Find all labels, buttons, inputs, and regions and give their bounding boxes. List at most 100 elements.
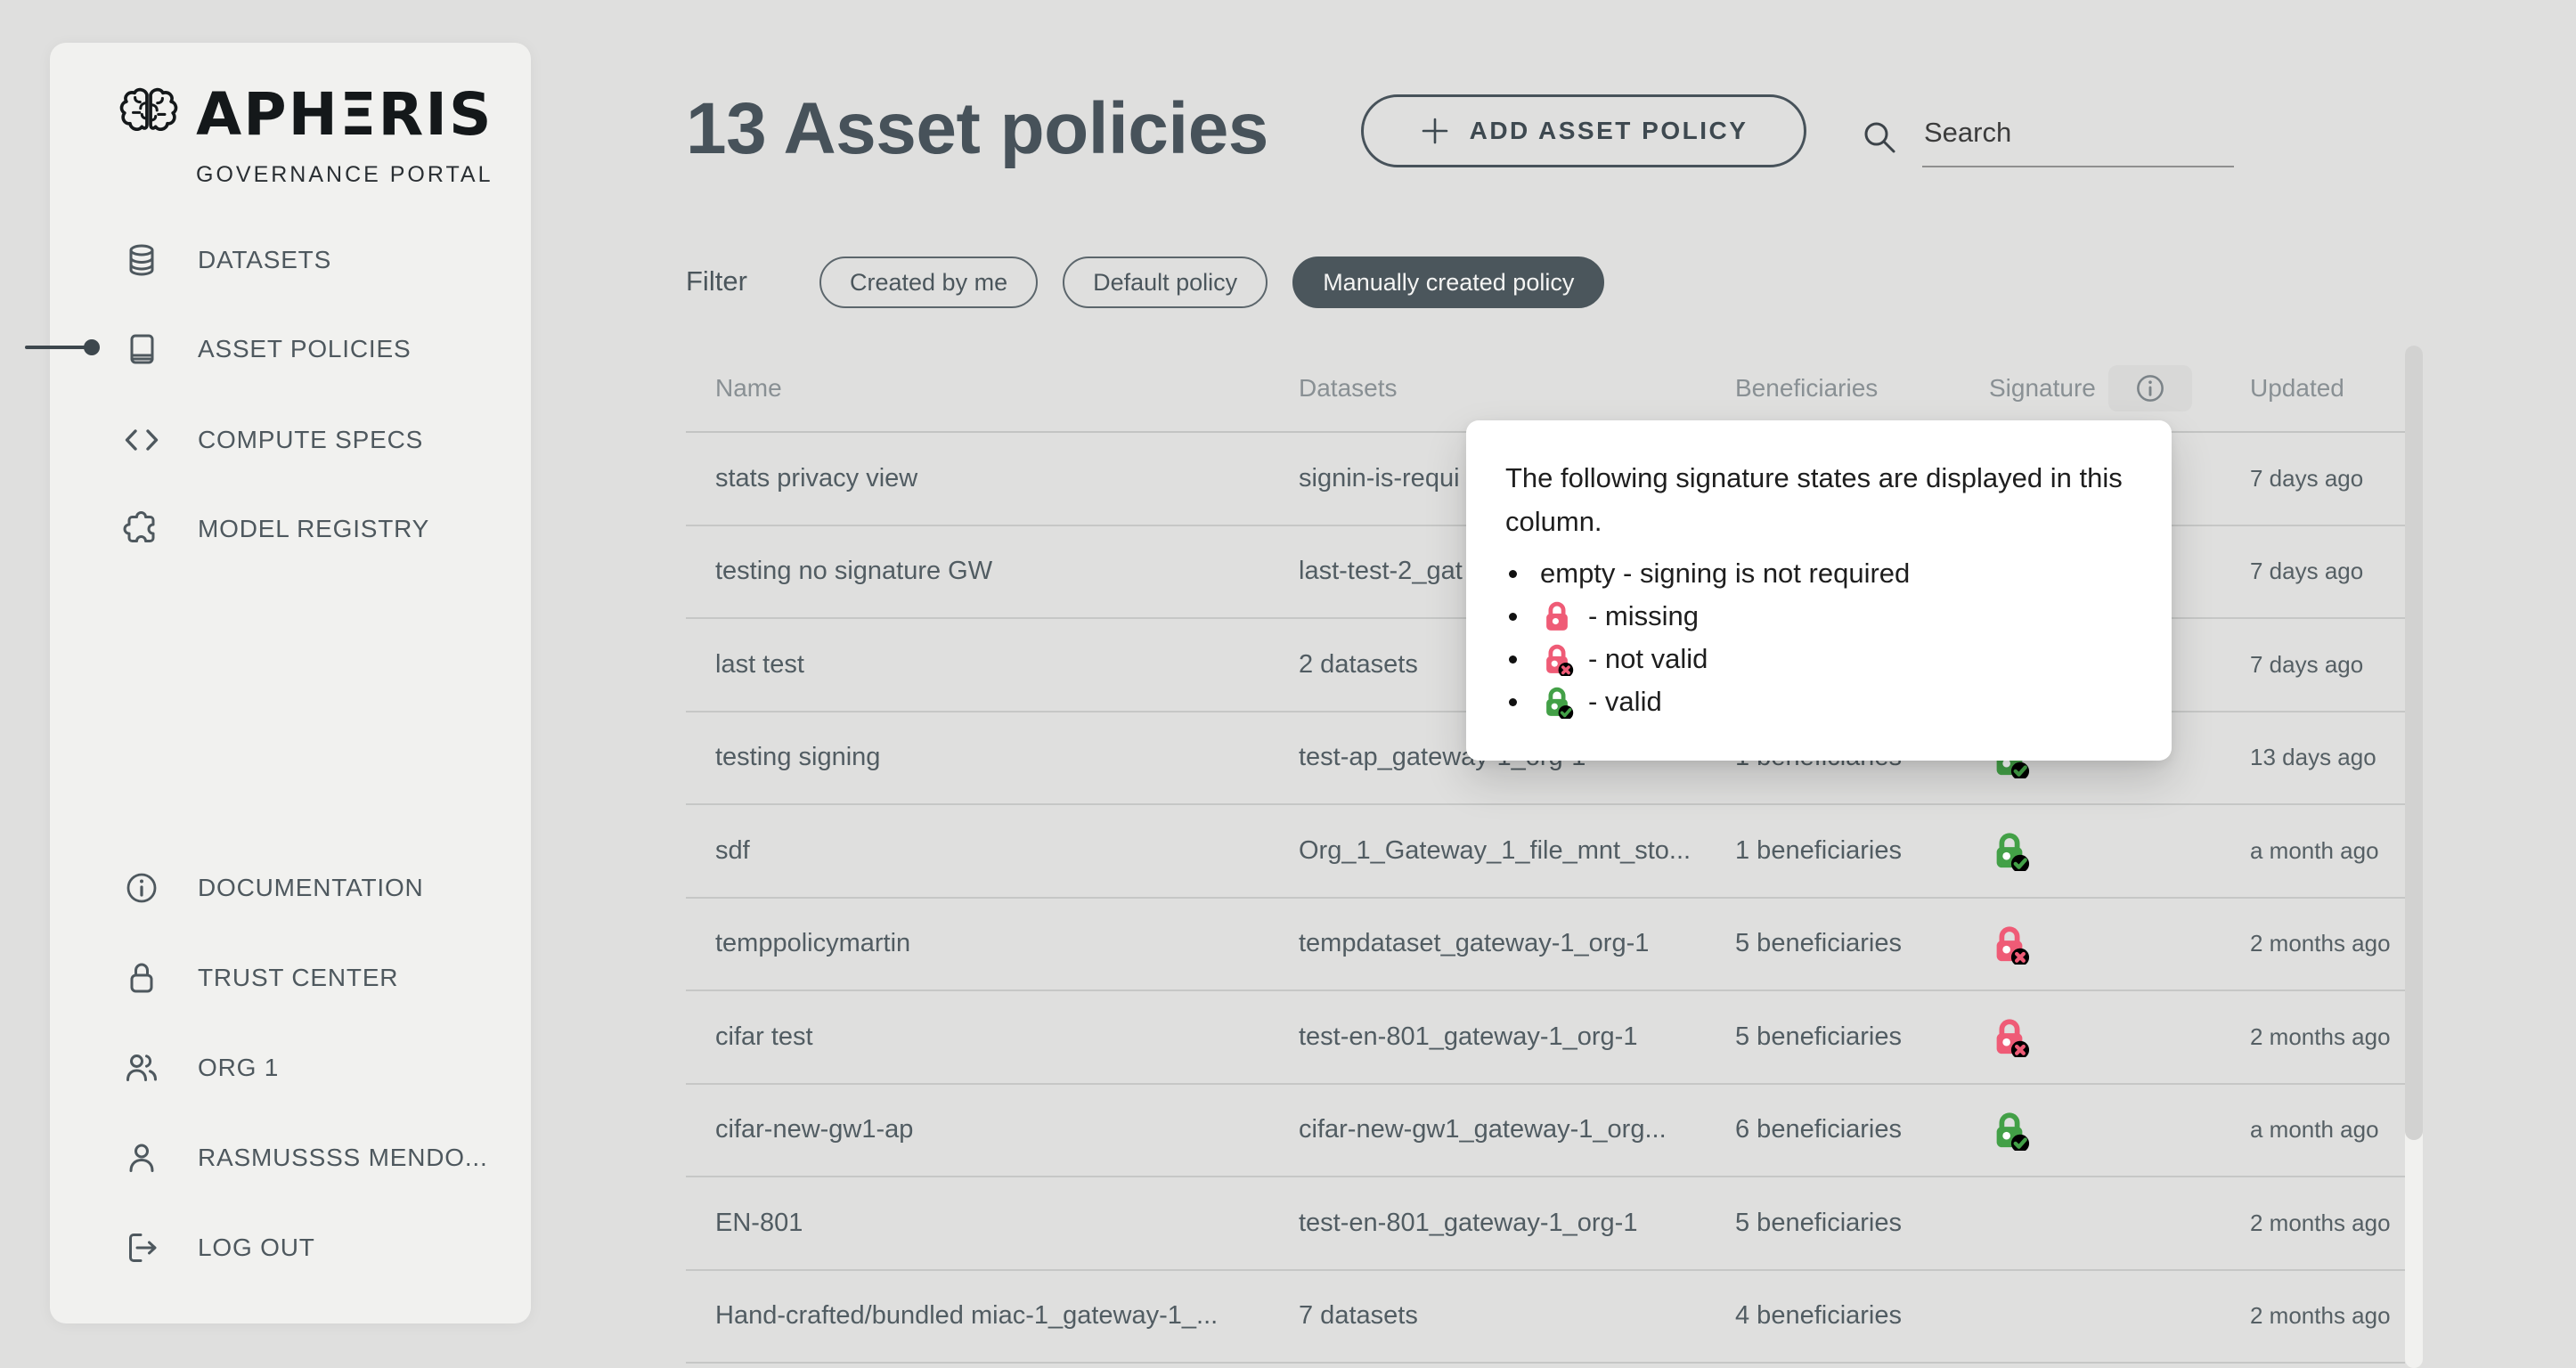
cell-name: last test [686, 650, 1299, 680]
sidebar-item-label: DATASETS [198, 246, 331, 274]
sidebar-item-label: ASSET POLICIES [198, 335, 411, 363]
sidebar-item-org[interactable]: ORG 1 [121, 1039, 279, 1096]
cell-beneficiaries: 6 beneficiaries [1735, 1115, 1989, 1144]
search-input[interactable] [1922, 112, 2234, 167]
lock-not-valid-icon [1540, 642, 1574, 676]
page-title: 13 Asset policies [686, 87, 1268, 171]
cell-name: cifar test [686, 1022, 1299, 1052]
database-icon [121, 240, 162, 281]
sidebar-item-user-profile[interactable]: RASMUSSSS MENDO... [121, 1129, 488, 1186]
bullet-icon [1509, 570, 1517, 578]
add-button-label: ADD ASSET POLICY [1470, 117, 1749, 145]
cell-name: sdf [686, 836, 1299, 866]
sidebar-item-model-registry[interactable]: MODEL REGISTRY [121, 501, 429, 558]
cell-updated: 13 days ago [2250, 744, 2405, 771]
sidebar-item-label: LOG OUT [198, 1234, 315, 1262]
brain-logo-icon [114, 82, 183, 151]
tooltip-item-text: - missing [1588, 600, 1699, 632]
signature-info-button[interactable] [2108, 365, 2192, 411]
sidebar-item-asset-policies[interactable]: ASSET POLICIES [121, 321, 411, 378]
cell-beneficiaries: 5 beneficiaries [1735, 929, 1989, 958]
tooltip-item-text: - not valid [1588, 643, 1708, 675]
bullet-icon [1509, 613, 1517, 621]
sidebar-item-datasets[interactable]: DATASETS [121, 232, 331, 289]
code-icon [121, 419, 162, 460]
cell-datasets: cifar-new-gw1_gateway-1_org... [1299, 1115, 1735, 1144]
table-scrollbar-track[interactable] [2405, 346, 2423, 1368]
info-icon [2132, 370, 2168, 406]
column-header-updated: Updated [2250, 374, 2405, 403]
cell-updated: 7 days ago [2250, 651, 2405, 679]
cell-beneficiaries: 5 beneficiaries [1735, 1209, 1989, 1238]
signature-header-label: Signature [1989, 374, 2096, 403]
table-row[interactable]: Hand-crafted/bundled miac-1_gateway-1_..… [686, 1271, 2405, 1364]
bullet-icon [1509, 656, 1517, 664]
tooltip-item-not-valid: - not valid [1505, 638, 2132, 680]
cell-beneficiaries: 5 beneficiaries [1735, 1022, 1989, 1052]
sidebar-item-label: TRUST CENTER [198, 964, 398, 992]
cell-updated: 7 days ago [2250, 558, 2405, 585]
table-row[interactable]: cifar test test-en-801_gateway-1_org-1 5… [686, 991, 2405, 1085]
signature-states-tooltip: The following signature states are displ… [1466, 420, 2172, 761]
active-nav-indicator-dot [84, 339, 100, 355]
sidebar-item-trust-center[interactable]: TRUST CENTER [121, 949, 398, 1006]
sidebar-item-label: DOCUMENTATION [198, 874, 424, 902]
cell-updated: 2 months ago [2250, 1023, 2405, 1051]
add-asset-policy-button[interactable]: ADD ASSET POLICY [1361, 94, 1806, 167]
cell-updated: a month ago [2250, 1116, 2405, 1144]
cell-datasets: test-en-801_gateway-1_org-1 [1299, 1022, 1735, 1052]
column-header-datasets: Datasets [1299, 374, 1735, 403]
signature-not-valid-icon [1989, 1016, 2030, 1057]
plus-icon [1420, 116, 1450, 146]
cell-name: testing no signature GW [686, 557, 1299, 586]
info-icon [121, 867, 162, 908]
sidebar-item-label: ORG 1 [198, 1054, 279, 1082]
sidebar-item-documentation[interactable]: DOCUMENTATION [121, 859, 424, 916]
cell-updated: 7 days ago [2250, 465, 2405, 493]
cell-signature [1989, 924, 2250, 965]
cell-name: stats privacy view [686, 464, 1299, 493]
cell-name: Hand-crafted/bundled miac-1_gateway-1_..… [686, 1301, 1299, 1331]
cell-datasets: Org_1_Gateway_1_file_mnt_sto... [1299, 836, 1735, 866]
chip-created-by-me[interactable]: Created by me [819, 256, 1038, 308]
cell-updated: a month ago [2250, 837, 2405, 865]
chip-manually-created-policy[interactable]: Manually created policy [1292, 256, 1604, 308]
cell-datasets: test-en-801_gateway-1_org-1 [1299, 1209, 1735, 1238]
sidebar-item-label: COMPUTE SPECS [198, 426, 423, 454]
signature-not-valid-icon [1989, 924, 2030, 965]
cell-beneficiaries: 1 beneficiaries [1735, 836, 1989, 866]
table-row[interactable]: EN-801 test-en-801_gateway-1_org-1 5 ben… [686, 1177, 2405, 1271]
tooltip-item-valid: - valid [1505, 680, 2132, 723]
sidebar-item-label: RASMUSSSS MENDO... [198, 1144, 488, 1172]
table-scrollbar-thumb[interactable] [2405, 346, 2423, 1140]
table-row[interactable]: temppolicymartin tempdataset_gateway-1_o… [686, 899, 2405, 992]
cell-name: testing signing [686, 743, 1299, 772]
tooltip-item-text: empty - signing is not required [1540, 558, 1910, 590]
cell-datasets: tempdataset_gateway-1_org-1 [1299, 929, 1735, 958]
sidebar-item-log-out[interactable]: LOG OUT [121, 1219, 315, 1276]
search-icon [1860, 118, 1899, 157]
tooltip-intro-text: The following signature states are displ… [1505, 456, 2164, 543]
column-header-beneficiaries: Beneficiaries [1735, 374, 1989, 403]
filter-chips: Created by me Default policy Manually cr… [819, 256, 1604, 308]
cell-signature [1989, 1110, 2250, 1151]
signature-valid-icon [1989, 1110, 2030, 1151]
chip-default-policy[interactable]: Default policy [1063, 256, 1268, 308]
brand-wordmark: APHΞRIS [196, 82, 493, 148]
table-row[interactable]: cifar-new-gw1-ap cifar-new-gw1_gateway-1… [686, 1085, 2405, 1178]
cell-updated: 2 months ago [2250, 1302, 2405, 1330]
logout-icon [121, 1227, 162, 1268]
table-row[interactable]: sdf Org_1_Gateway_1_file_mnt_sto... 1 be… [686, 805, 2405, 899]
sidebar-item-compute-specs[interactable]: COMPUTE SPECS [121, 411, 423, 468]
tooltip-item-text: - valid [1588, 686, 1662, 718]
cell-beneficiaries: 4 beneficiaries [1735, 1301, 1989, 1331]
lock-valid-icon [1540, 685, 1574, 719]
cell-signature [1989, 1016, 2250, 1057]
sidebar: APHΞRIS GOVERNANCE PORTAL DATASETS ASSET… [50, 43, 531, 1323]
cell-signature [1989, 830, 2250, 871]
brand-subtitle: GOVERNANCE PORTAL [196, 162, 493, 188]
cell-name: temppolicymartin [686, 929, 1299, 958]
lock-icon [121, 957, 162, 998]
filter-label: Filter [686, 265, 747, 297]
cell-updated: 2 months ago [2250, 1209, 2405, 1237]
